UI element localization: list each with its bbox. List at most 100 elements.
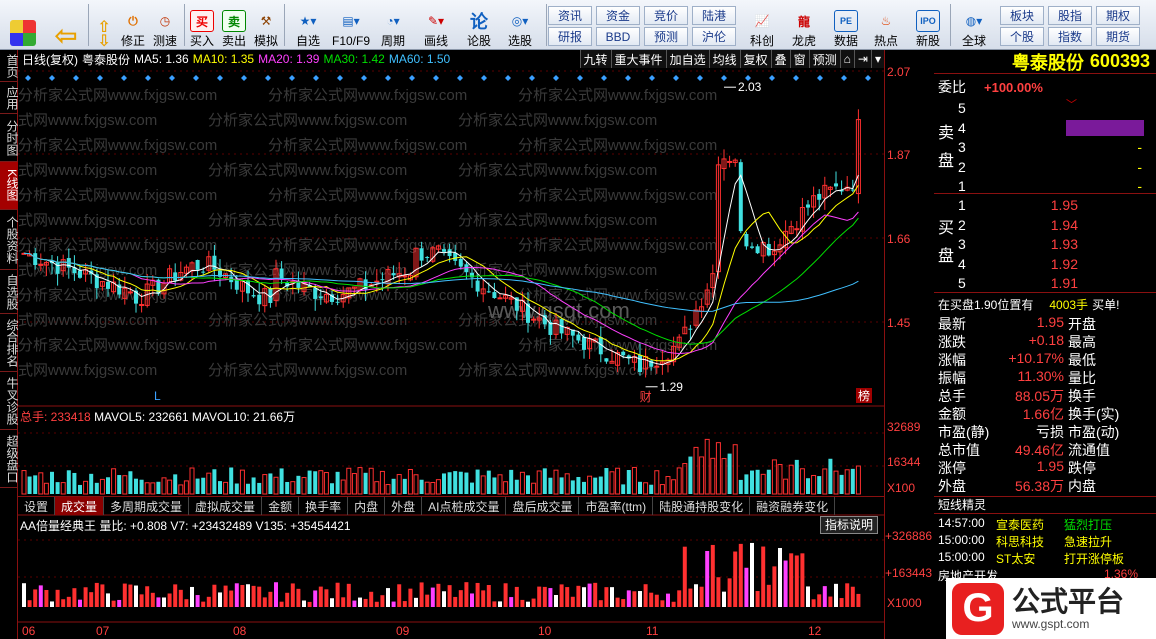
toolbar-item-13[interactable]: PE 数据 <box>828 2 864 48</box>
bbd-button[interactable]: BBD <box>596 27 640 46</box>
indicator-bar <box>632 591 637 607</box>
bankuai-button[interactable]: 板块 <box>1000 6 1044 25</box>
toolbar-item-14[interactable]: ♨ 热点 <box>868 2 904 48</box>
sell-row[interactable]: 3 - <box>958 139 1148 157</box>
jingjia-button[interactable]: 竞价 <box>644 6 688 25</box>
pe-icon: PE <box>834 10 858 32</box>
event-diamond <box>97 75 103 81</box>
tab-margin[interactable]: 融资融券变化 <box>750 497 836 515</box>
hulun-button[interactable]: 沪伦 <box>692 27 736 46</box>
toolbar-item-8[interactable]: ✎▾ 画线 <box>416 2 456 48</box>
toolbar-item-12[interactable]: 龍龙虎 <box>786 2 822 49</box>
watermark-text: 分析家公式网www.fxjgsw.com <box>518 137 717 154</box>
up-down-button[interactable]: ⇧ ⇩ <box>90 2 118 50</box>
volume-bar-up <box>161 477 167 495</box>
volume-bar-down <box>621 484 626 494</box>
toolbar-item-9[interactable]: 论论股 <box>462 2 496 48</box>
zijin-button[interactable]: 资金 <box>596 6 640 25</box>
sell-row[interactable]: 5 <box>958 100 1148 118</box>
indicator-help-button[interactable]: 指标说明 <box>820 516 879 534</box>
toolbar-item-5[interactable]: ★▾ 自选 <box>288 2 328 48</box>
event-diamond <box>337 75 343 81</box>
toolbar-item-1[interactable]: ◷ 测速 <box>150 2 180 48</box>
buy-row[interactable]: 2 1.94 <box>958 217 1148 235</box>
toolbar-item-15[interactable]: IPO 新股 <box>910 2 946 48</box>
elf-news-row[interactable]: 14:57:00 宣泰医药 猛烈打压 <box>938 516 1112 532</box>
elf-news-row[interactable]: 15:00:00 科思科技 急速拉升 <box>938 533 1112 549</box>
overlay-button[interactable]: 叠 <box>770 50 790 68</box>
toolbar-item-7[interactable]: ◔▾ 周期 <box>374 2 412 48</box>
sidebar-item-superpanel[interactable]: 超级盘口 <box>0 430 19 488</box>
toolbar-item-11[interactable]: 📈 科创 <box>744 2 780 48</box>
major-events-button[interactable]: 重大事件 <box>610 50 666 68</box>
toolbar-item-2[interactable]: 买买入 <box>188 2 216 48</box>
tab-volume[interactable]: 成交量 <box>55 497 105 515</box>
sidebar-item-timeshare[interactable]: 分时图 <box>0 114 19 162</box>
tab-inner[interactable]: 内盘 <box>348 497 386 515</box>
qihuo-button[interactable]: 期货 <box>1096 27 1140 46</box>
indicator-bar <box>296 588 301 607</box>
yuce-button[interactable]: 预测 <box>644 27 688 46</box>
lugang-button[interactable]: 陆港 <box>692 6 736 25</box>
indicator-bar <box>330 598 334 607</box>
indicator-bar <box>722 591 726 607</box>
sidebar-item-kline[interactable]: K线图 <box>0 162 19 210</box>
add-watchlist-button[interactable]: 加自选 <box>665 50 709 68</box>
tab-settings[interactable]: 设置 <box>18 497 56 515</box>
sidebar-item-apps[interactable]: 应用 <box>0 82 19 114</box>
tab-northbound[interactable]: 陆股通持股变化 <box>653 497 751 515</box>
tab-ai-volume[interactable]: AI点桩成交量 <box>422 497 507 515</box>
event-diamond <box>793 75 799 81</box>
grid-menu-button[interactable] <box>4 2 42 48</box>
gegu-button[interactable]: 个股 <box>1000 27 1044 46</box>
buy-row[interactable]: 3 1.93 <box>958 236 1148 254</box>
sidebar-item-home[interactable]: 首页 <box>0 50 19 82</box>
low-label: 1.29 <box>660 380 684 394</box>
ma-button[interactable]: 均线 <box>708 50 740 68</box>
volume-bar-down <box>106 477 110 494</box>
toolbar-item-3[interactable]: 卖卖出 <box>220 2 248 48</box>
kline-candle-down <box>419 248 424 261</box>
buy-row[interactable]: 5 1.91 <box>958 275 1148 293</box>
buy-row[interactable]: 1 1.95 <box>958 197 1148 215</box>
tab-virtual-volume[interactable]: 虚拟成交量 <box>189 497 263 515</box>
indicator-bar <box>660 600 665 607</box>
zixun-button[interactable]: 资讯 <box>548 6 592 25</box>
lock-icon[interactable]: ⌂ <box>839 50 854 68</box>
guzhi-button[interactable]: 股指 <box>1048 6 1092 25</box>
pin-icon[interactable]: ⇥ <box>853 50 871 68</box>
toolbar-item-4[interactable]: ⚒ 模拟 <box>252 2 280 48</box>
tab-amount[interactable]: 金额 <box>262 497 300 515</box>
kline-candle-down <box>201 271 206 273</box>
indicator-bar <box>111 600 116 607</box>
toolbar-item-10[interactable]: ◎▾ 选股 <box>500 2 540 48</box>
qiquan-button[interactable]: 期权 <box>1096 6 1140 25</box>
yanbao-button[interactable]: 研报 <box>548 27 592 46</box>
sell-row[interactable]: 2 - <box>958 159 1148 177</box>
zhishu-button[interactable]: 指数 <box>1048 27 1092 46</box>
back-button[interactable]: ⇦ <box>46 2 86 51</box>
dropdown-icon[interactable]: ▾ <box>870 50 884 68</box>
buy-row[interactable]: 4 1.92 <box>958 256 1148 274</box>
toolbar-item-0[interactable]: ⏻ 修正 <box>118 2 148 49</box>
elf-news-row[interactable]: 15:00:00 ST太安 打开涨停板 <box>938 550 1124 566</box>
sidebar-item-ranking[interactable]: 综合排名 <box>0 314 19 372</box>
tab-afterhours-volume[interactable]: 盘后成交量 <box>506 497 580 515</box>
jiuzhuan-button[interactable]: 九转 <box>579 50 611 68</box>
toolbar-item-6[interactable]: ▤▾ F10/F9 <box>330 2 372 48</box>
toolbar-item-16[interactable]: ◍▾ 全球 <box>952 2 996 48</box>
sidebar-item-profile[interactable]: 个股资料 <box>0 210 19 270</box>
tab-outer[interactable]: 外盘 <box>385 497 423 515</box>
sidebar-item-diagnosis[interactable]: 牛叉诊股 <box>0 372 19 430</box>
tab-pe-ttm[interactable]: 市盈率(ttm) <box>579 497 654 515</box>
sell-row[interactable]: 1 - <box>958 178 1148 196</box>
window-button[interactable]: 窗 <box>789 50 809 68</box>
news-time: 14:57:00 <box>938 516 985 530</box>
forecast-button[interactable]: 预测 <box>808 50 840 68</box>
kline-chart-area[interactable]: 分析家公式网www.fxjgsw.com 分析家公式网www.fxjgsw.com… <box>18 50 884 639</box>
tab-multi-period-volume[interactable]: 多周期成交量 <box>104 497 190 515</box>
adjust-button[interactable]: 复权 <box>739 50 771 68</box>
sidebar-item-watchlist[interactable]: 自选股 <box>0 270 19 314</box>
event-diamond <box>433 75 439 81</box>
tab-turnover[interactable]: 换手率 <box>299 497 349 515</box>
